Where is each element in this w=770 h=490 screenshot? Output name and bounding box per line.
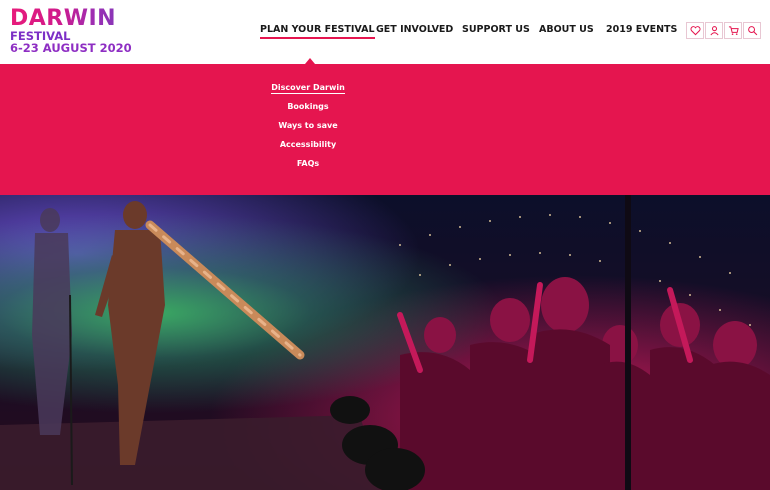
nav-get-involved[interactable]: GET INVOLVED [376,24,453,35]
logo-wordmark: DARWIN [10,8,132,30]
dropdown-faqs[interactable]: FAQs [228,159,388,168]
nav-2019-events[interactable]: 2019 EVENTS [606,24,677,35]
hero-illustration [0,195,770,490]
dropdown-bookings[interactable]: Bookings [228,102,388,111]
hero-concert-image [0,195,770,490]
dropdown-item-label: Discover Darwin [271,83,345,94]
nav-about-us[interactable]: ABOUT US [539,24,594,35]
search-icon[interactable] [743,22,761,39]
user-icon[interactable] [705,22,723,39]
festival-logo[interactable]: DARWIN FESTIVAL 6-23 AUGUST 2020 [10,8,132,54]
dropdown-accessibility[interactable]: Accessibility [228,140,388,149]
nav-support-us[interactable]: SUPPORT US [462,24,530,35]
cart-icon[interactable] [724,22,742,39]
header-icons [686,22,762,39]
dropdown-item-label: Accessibility [279,140,337,149]
dropdown-item-label: Ways to save [278,121,338,130]
dropdown-discover-darwin[interactable]: Discover Darwin [228,83,388,94]
plan-your-festival-dropdown: Discover Darwin Bookings Ways to save Ac… [0,64,770,195]
dropdown-item-label: FAQs [296,159,320,168]
dropdown-item-label: Bookings [287,102,329,111]
heart-icon[interactable] [686,22,704,39]
logo-dates: 6-23 AUGUST 2020 [10,40,132,55]
dropdown-ways-to-save[interactable]: Ways to save [228,121,388,130]
site-header: DARWIN FESTIVAL 6-23 AUGUST 2020 PLAN YO… [0,0,770,64]
nav-plan-your-festival[interactable]: PLAN YOUR FESTIVAL [260,24,375,39]
